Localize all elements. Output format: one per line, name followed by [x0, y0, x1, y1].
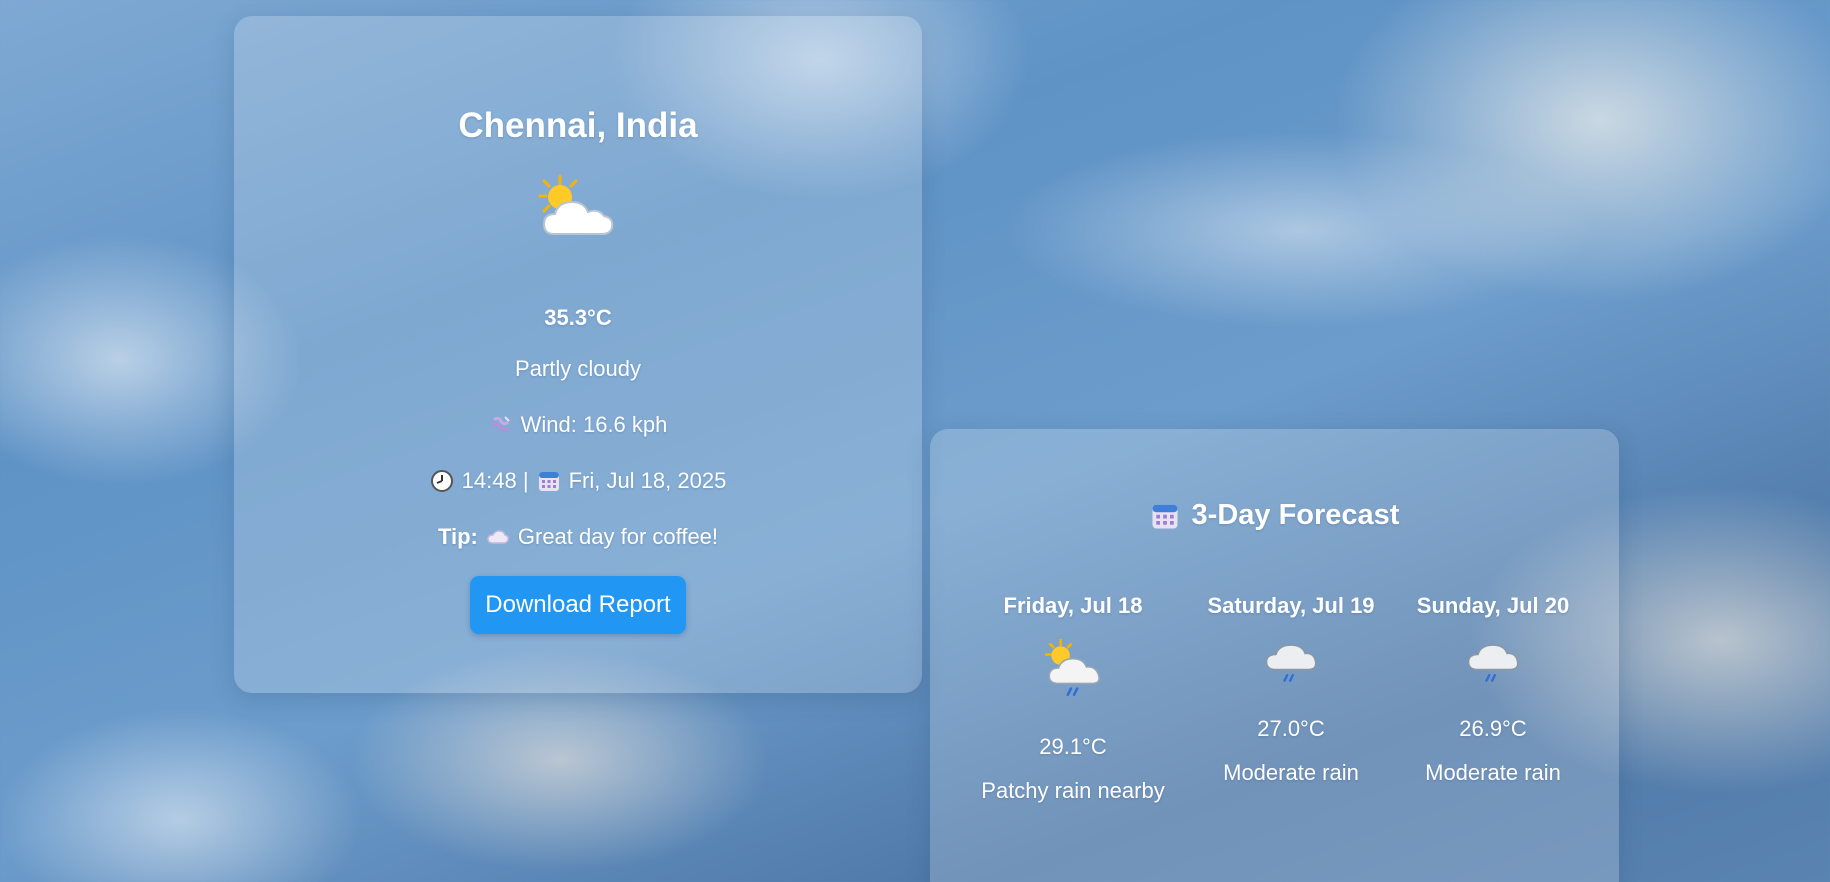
- forecast-day-temp: 29.1°C: [1039, 734, 1107, 759]
- forecast-day: Saturday, Jul 19 27.0°C Moderate rain: [1196, 592, 1386, 787]
- forecast-title: 3-Day Forecast: [1191, 499, 1400, 531]
- forecast-day-condition: Moderate rain: [1223, 760, 1359, 785]
- clock-icon: [430, 470, 453, 492]
- forecast-day-temp: 26.9°C: [1459, 716, 1527, 741]
- current-weather-card: Chennai, India 35.3°C Partly cloudy Wind…: [234, 16, 922, 693]
- forecast-title-row: 3-Day Forecast: [930, 499, 1619, 532]
- current-temperature: 35.3°C: [544, 305, 612, 330]
- rain-cloud-icon: [1467, 644, 1519, 682]
- wind-row: Wind: 16.6 kph: [234, 412, 922, 438]
- download-report-button[interactable]: Download Report: [470, 576, 686, 634]
- current-condition: Partly cloudy: [515, 356, 641, 381]
- forecast-day: Sunday, Jul 20 26.9°C Moderate rain: [1398, 592, 1588, 787]
- city-title: Chennai, India: [458, 106, 698, 145]
- forecast-day-name: Saturday, Jul 19: [1207, 593, 1375, 618]
- forecast-day-name: Sunday, Jul 20: [1416, 593, 1570, 618]
- date-text: Fri, Jul 18, 2025: [568, 468, 727, 493]
- tip-row: Tip: Great day for coffee!: [234, 524, 922, 550]
- forecast-day: Friday, Jul 18 29.1°C Patchy rain nearby: [978, 592, 1168, 805]
- calendar-icon: [1152, 504, 1178, 528]
- forecast-day-condition: Moderate rain: [1425, 760, 1561, 785]
- sun-behind-rain-cloud-icon: [1044, 638, 1100, 697]
- forecast-day-condition: Patchy rain nearby: [981, 778, 1165, 803]
- calendar-icon: [538, 472, 559, 491]
- rain-cloud-icon: [1265, 644, 1317, 682]
- cloud-icon: [487, 530, 509, 544]
- sun-behind-cloud-icon: [538, 174, 614, 235]
- time-text: 14:48 |: [461, 468, 529, 493]
- forecast-day-temp: 27.0°C: [1257, 716, 1325, 741]
- time-date-row: 14:48 | Fri, Jul 18, 2025: [234, 468, 922, 494]
- wind-text: Wind: 16.6 kph: [520, 412, 668, 437]
- tip-text: Great day for coffee!: [517, 524, 719, 549]
- forecast-card: 3-Day Forecast Friday, Jul 18 29.1°C Pat…: [930, 429, 1619, 882]
- wind-icon: [491, 416, 510, 432]
- tip-label: Tip:: [437, 524, 478, 549]
- forecast-day-name: Friday, Jul 18: [1003, 593, 1143, 618]
